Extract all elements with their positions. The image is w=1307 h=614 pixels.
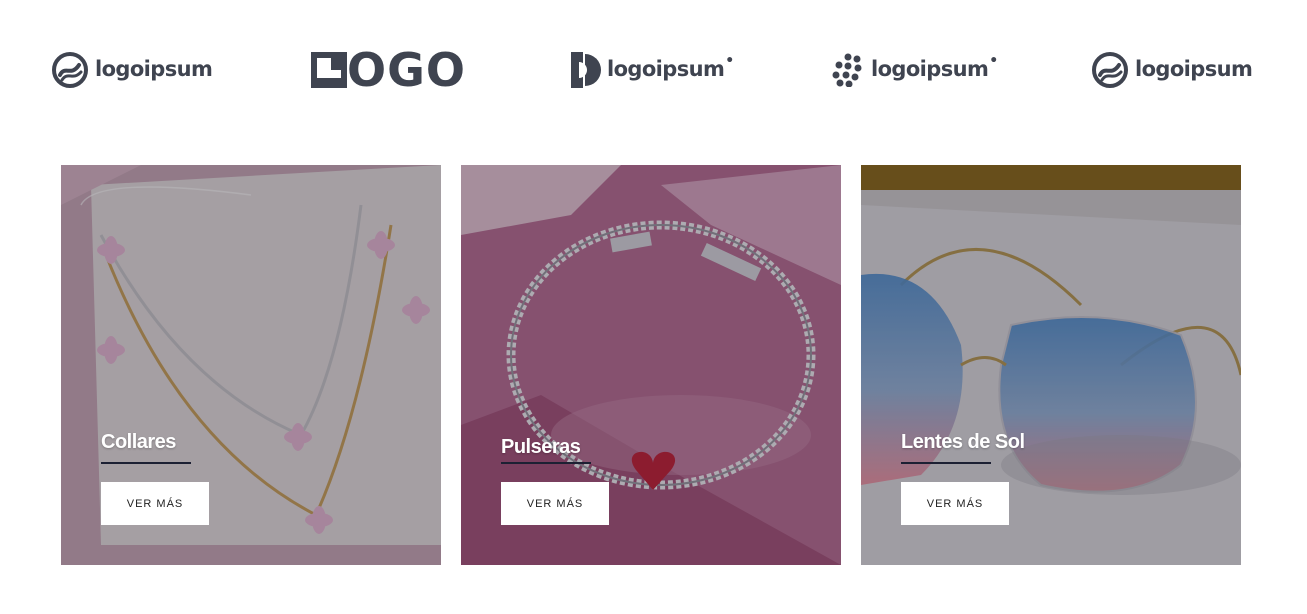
category-card-lentes-de-sol[interactable]: Lentes de Sol VER MÁS [861,165,1241,565]
card-title: Lentes de Sol [901,431,1025,453]
ring-wave-icon [1092,52,1128,88]
logo-wordmark: logoipsum [1135,57,1253,81]
registered-dot: • [725,53,734,69]
category-card-pulseras[interactable]: Pulseras VER MÁS [461,165,841,565]
ver-mas-button[interactable]: VER MÁS [901,482,1009,525]
ver-mas-button[interactable]: VER MÁS [101,482,209,525]
card-title: Pulseras [501,436,581,458]
logo-logoipsum-3[interactable]: logoipsum • [831,50,998,90]
half-circle-icon [571,52,601,88]
title-underline [101,462,191,464]
logo-logoipsum-1[interactable]: logoipsum [51,50,213,90]
card-title: Collares [101,431,176,453]
partner-logos-strip: logoipsum OGO logoipsum • logoipsum • lo… [0,0,1307,140]
ring-wave-icon [52,52,88,88]
dot-cluster-icon [832,53,862,87]
block-l-icon [311,52,347,88]
category-cards: Collares VER MÁS Pulseras VER MÁS Lentes… [61,165,1241,565]
category-card-collares[interactable]: Collares VER MÁS [61,165,441,565]
logo-wordmark: logoipsum [871,57,989,81]
title-underline [901,462,991,464]
logo-logoipsum-2[interactable]: logoipsum • [571,50,734,90]
registered-dot: • [989,53,998,69]
logo-block-logo[interactable]: OGO [311,43,466,97]
ver-mas-button[interactable]: VER MÁS [501,482,609,525]
logo-wordmark: logoipsum [607,57,725,81]
logo-wordmark: OGO [347,43,466,97]
title-underline [501,462,591,464]
logo-wordmark: logoipsum [95,57,213,81]
logo-logoipsum-4[interactable]: logoipsum [1091,50,1253,90]
